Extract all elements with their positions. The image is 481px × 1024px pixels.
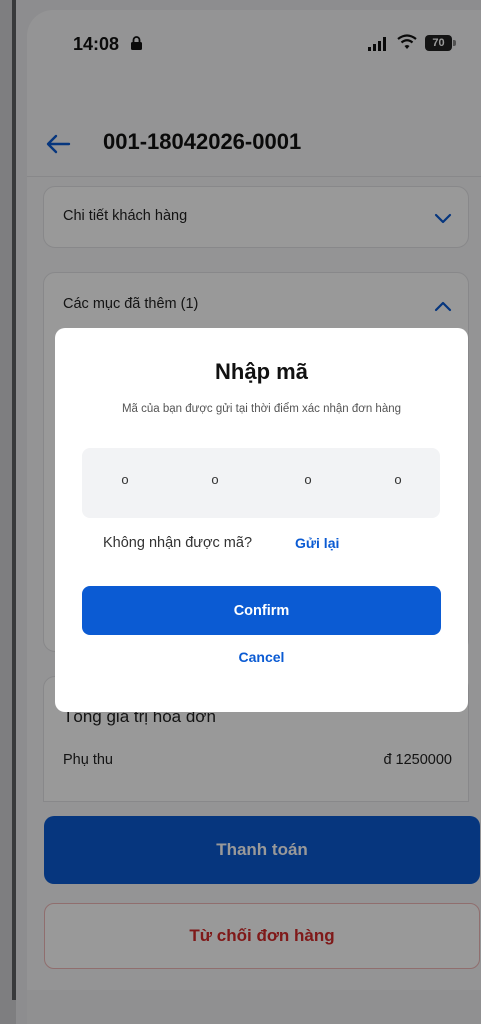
resend-link[interactable]: Gửi lại [295,535,339,551]
cancel-button[interactable]: Cancel [55,649,468,665]
otp-digit-1[interactable]: o [115,472,135,487]
dialog-title: Nhập mã [215,359,308,384]
otp-input[interactable]: o o o o [82,448,440,518]
otp-digit-3[interactable]: o [298,472,318,487]
otp-dialog: Nhập mã Mã của bạn được gửi tại thời điể… [55,328,468,712]
resend-row: Không nhận được mã? Gửi lại [55,535,468,557]
resend-prompt: Không nhận được mã? [103,535,253,551]
otp-digit-2[interactable]: o [205,472,225,487]
confirm-button[interactable]: Confirm [82,586,441,635]
otp-digit-4[interactable]: o [388,472,408,487]
dialog-subtitle: Mã của bạn được gửi tại thời điểm xác nh… [121,403,402,415]
